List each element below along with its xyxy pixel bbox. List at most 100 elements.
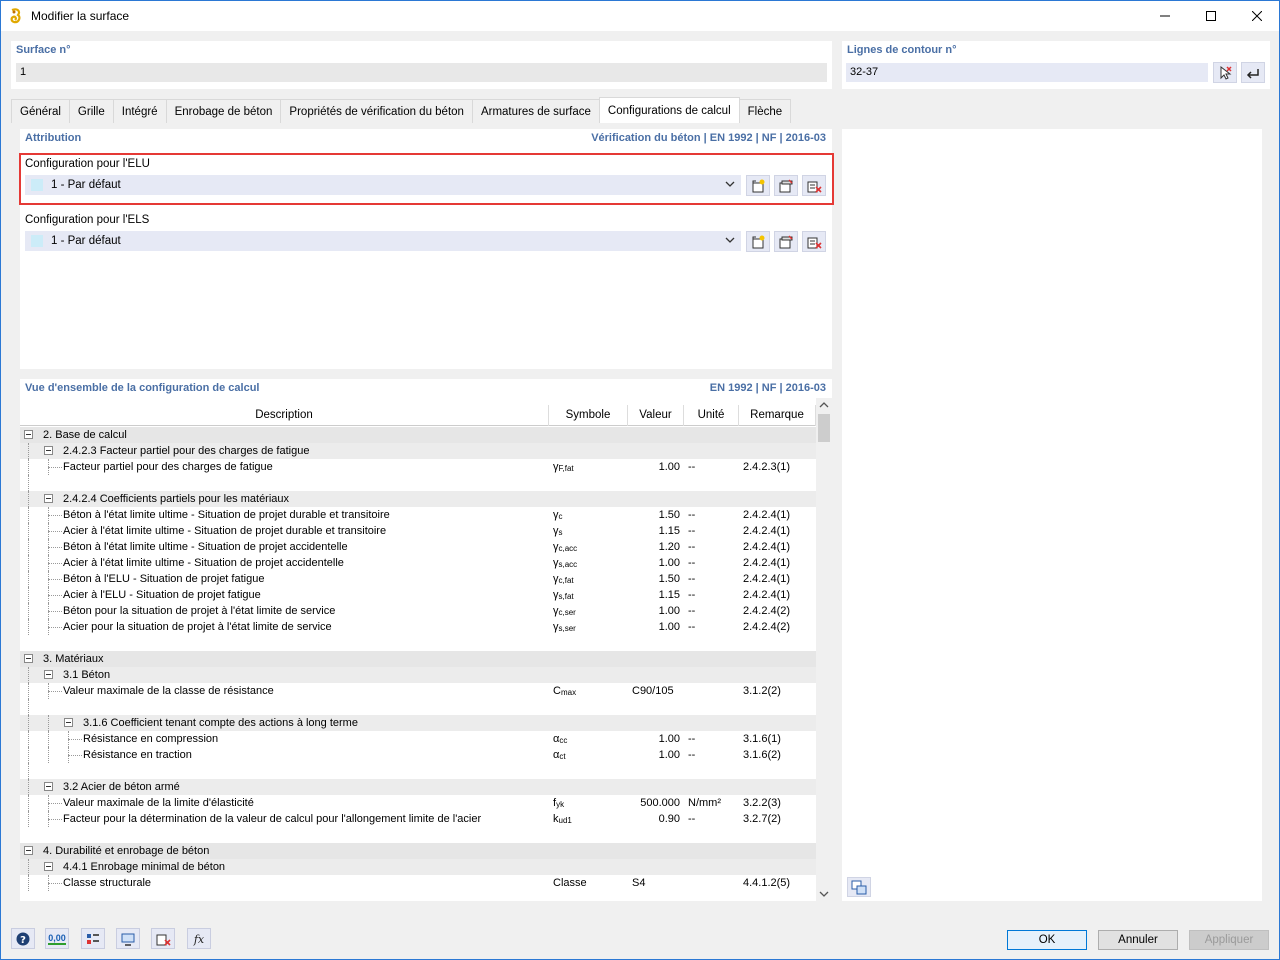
table-scrollbar[interactable] [816,398,832,901]
row-value[interactable]: 1.00 [628,731,684,747]
edit-item-icon [779,234,793,248]
units-button[interactable]: 0,00 [45,928,69,949]
tab-general[interactable]: Général [11,99,70,123]
table-row[interactable]: Valeur maximale de la classe de résistan… [20,683,816,699]
els-edit-config-button[interactable] [774,231,798,252]
tree-group-row[interactable]: 3.1 Béton [20,667,816,683]
contour-lines-field[interactable]: 32-37 [846,63,1208,82]
tree-group-row[interactable]: 3.2 Acier de béton armé [20,779,816,795]
row-description: Béton à l'état limite ultime - Situation… [20,539,549,555]
tree-group-row[interactable]: 2.4.2.4 Coefficients partiels pour les m… [20,491,816,507]
collapse-icon[interactable] [44,446,53,455]
group-label: 3.1 Béton [63,669,111,681]
tab-armatures-surface[interactable]: Armatures de surface [471,99,600,123]
row-value[interactable]: C90/105 [628,683,684,699]
table-row[interactable]: Béton à l'ELU - Situation de projet fati… [20,571,816,587]
row-unit: -- [688,733,696,745]
tree-group-row[interactable]: 2. Base de calcul [20,427,816,443]
row-value[interactable]: 1.00 [628,619,684,635]
collapse-icon[interactable] [24,846,33,855]
table-row[interactable]: Facteur partiel pour des charges de fati… [20,459,816,475]
pick-lines-button[interactable] [1213,62,1237,83]
apply-button[interactable]: Appliquer [1189,930,1269,950]
preview-settings-button[interactable] [847,877,871,897]
row-value[interactable]: S4 [628,875,684,891]
row-value[interactable]: 1.15 [628,587,684,603]
symbol-subscript: c,acc [558,544,578,553]
table-row[interactable]: Acier à l'état limite ultime - Situation… [20,555,816,571]
column-valeur[interactable]: Valeur [628,405,684,426]
row-value[interactable]: 1.00 [628,459,684,475]
row-value [628,427,684,443]
minimize-button[interactable] [1142,1,1188,31]
help-button[interactable]: ? [11,928,35,949]
row-value[interactable]: 0.90 [628,811,684,827]
row-unit [684,683,739,699]
row-label: Résistance en compression [83,733,219,745]
collapse-icon[interactable] [64,718,73,727]
close-button[interactable] [1234,1,1280,31]
scroll-thumb[interactable] [818,414,830,442]
collapse-icon[interactable] [44,494,53,503]
collapse-icon[interactable] [24,430,33,439]
row-value[interactable]: 1.00 [628,555,684,571]
row-symbol [549,651,628,667]
els-new-config-button[interactable] [746,231,770,252]
maximize-button[interactable] [1188,1,1234,31]
collapse-icon[interactable] [44,670,53,679]
tab-fleche[interactable]: Flèche [738,99,792,123]
cancel-button[interactable]: Annuler [1098,930,1178,950]
tab-integre[interactable]: Intégré [112,99,167,123]
table-row[interactable]: Acier pour la situation de projet à l'ét… [20,619,816,635]
table-row[interactable]: Valeur maximale de la limite d'élasticit… [20,795,816,811]
tree-guide-line [28,859,29,875]
tree-group-row[interactable]: 4. Durabilité et enrobage de béton [20,843,816,859]
scroll-up-icon[interactable] [816,398,832,412]
row-value[interactable]: 500.000 [628,795,684,811]
row-value[interactable]: 1.50 [628,571,684,587]
row-value[interactable]: 1.50 [628,507,684,523]
table-row[interactable]: Béton à l'état limite ultime - Situation… [20,539,816,555]
tree-group-row[interactable]: 3.1.6 Coefficient tenant compte des acti… [20,715,816,731]
row-remark: 2.4.2.4(1) [743,573,791,585]
table-row[interactable]: Classe structurale Classe S4 4.4.1.2(5) [20,875,816,891]
row-value[interactable]: 1.00 [628,603,684,619]
els-config-select[interactable]: 1 - Par défaut [25,231,741,251]
tree-group-row[interactable]: 2.4.2.3 Facteur partiel pour des charges… [20,443,816,459]
column-symbole[interactable]: Symbole [549,405,628,426]
collapse-icon[interactable] [44,862,53,871]
formula-button[interactable]: fx [187,928,211,949]
row-value[interactable]: 1.15 [628,523,684,539]
row-value[interactable]: 1.00 [628,747,684,763]
tab-proprietes-verification[interactable]: Propriétés de vérification du béton [280,99,473,123]
tree-group-row[interactable]: 4.4.1 Enrobage minimal de béton [20,859,816,875]
ok-button[interactable]: OK [1007,930,1087,950]
delete-button[interactable] [151,928,175,949]
collapse-icon[interactable] [24,654,33,663]
table-row[interactable]: Acier à l'ELU - Situation de projet fati… [20,587,816,603]
table-row[interactable]: Facteur pour la détermination de la vale… [20,811,816,827]
table-row[interactable]: Résistance en compression αcc 1.00 -- 3.1.6(… [20,731,816,747]
collapse-icon[interactable] [44,782,53,791]
display-options-button[interactable] [81,928,105,949]
table-row[interactable]: Béton à l'état limite ultime - Situation… [20,507,816,523]
column-unite[interactable]: Unité [684,405,739,426]
row-description: Acier à l'ELU - Situation de projet fati… [20,587,549,603]
row-value[interactable]: 1.20 [628,539,684,555]
row-label: Facteur pour la détermination de la vale… [63,813,482,825]
table-row[interactable]: Béton pour la situation de projet à l'ét… [20,603,816,619]
row-symbol: γs,fat [553,589,574,601]
reverse-lines-button[interactable] [1241,62,1265,83]
view-button[interactable] [116,928,140,949]
tab-grille[interactable]: Grille [68,99,114,123]
table-row[interactable]: Résistance en traction αct 1.00 -- 3.1.6(2) [20,747,816,763]
surface-number-field[interactable]: 1 [16,63,827,82]
els-delete-config-button[interactable] [802,231,826,252]
scroll-down-icon[interactable] [816,887,832,901]
tree-group-row[interactable]: 3. Matériaux [20,651,816,667]
column-description[interactable]: Description [20,405,549,426]
table-row[interactable]: Acier à l'état limite ultime - Situation… [20,523,816,539]
column-remarque[interactable]: Remarque [739,405,816,426]
tab-enrobage[interactable]: Enrobage de béton [165,99,282,123]
tab-configurations-calcul[interactable]: Configurations de calcul [598,97,740,123]
